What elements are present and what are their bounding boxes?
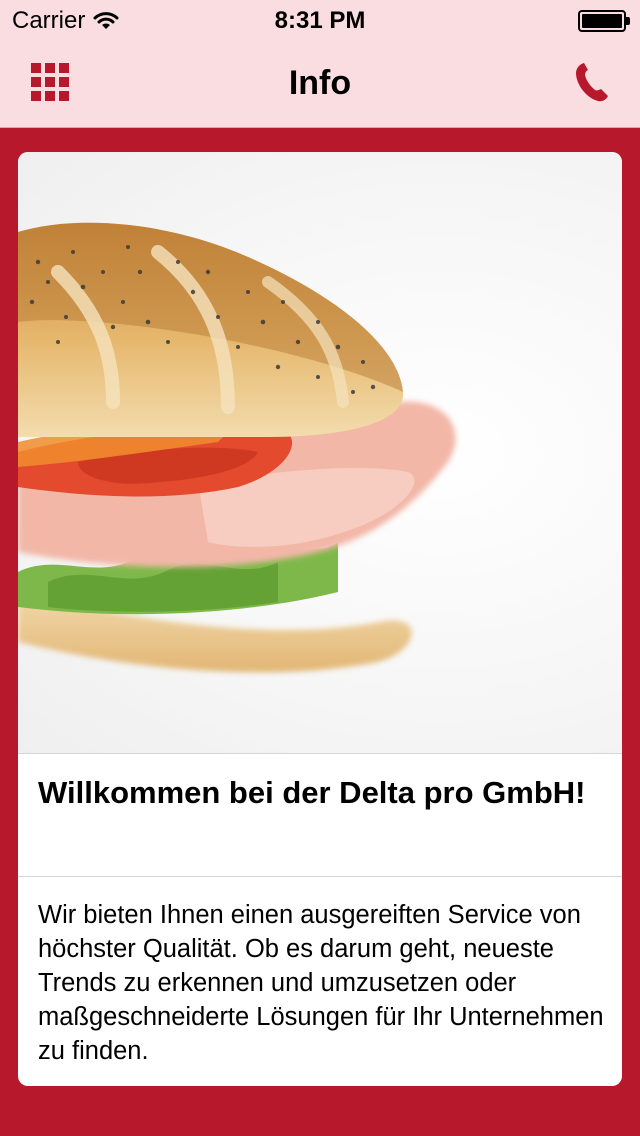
phone-icon <box>576 63 608 102</box>
navigation-bar: Info <box>0 40 640 128</box>
status-bar: Carrier 8:31 PM <box>0 0 640 40</box>
battery-icon <box>578 10 630 32</box>
info-card: Willkommen bei der Delta pro GmbH! Wir b… <box>18 152 622 1086</box>
welcome-headline: Willkommen bei der Delta pro GmbH! <box>38 775 586 810</box>
description-text: Wir bieten Ihnen einen ausgereiften Serv… <box>38 901 604 1065</box>
call-button[interactable] <box>568 58 616 106</box>
status-time: 8:31 PM <box>274 7 366 34</box>
divider <box>18 876 622 877</box>
page-title: Info <box>288 64 352 102</box>
sandwich-photo <box>18 152 622 754</box>
top-bar: Carrier 8:31 PM Info <box>0 0 640 128</box>
